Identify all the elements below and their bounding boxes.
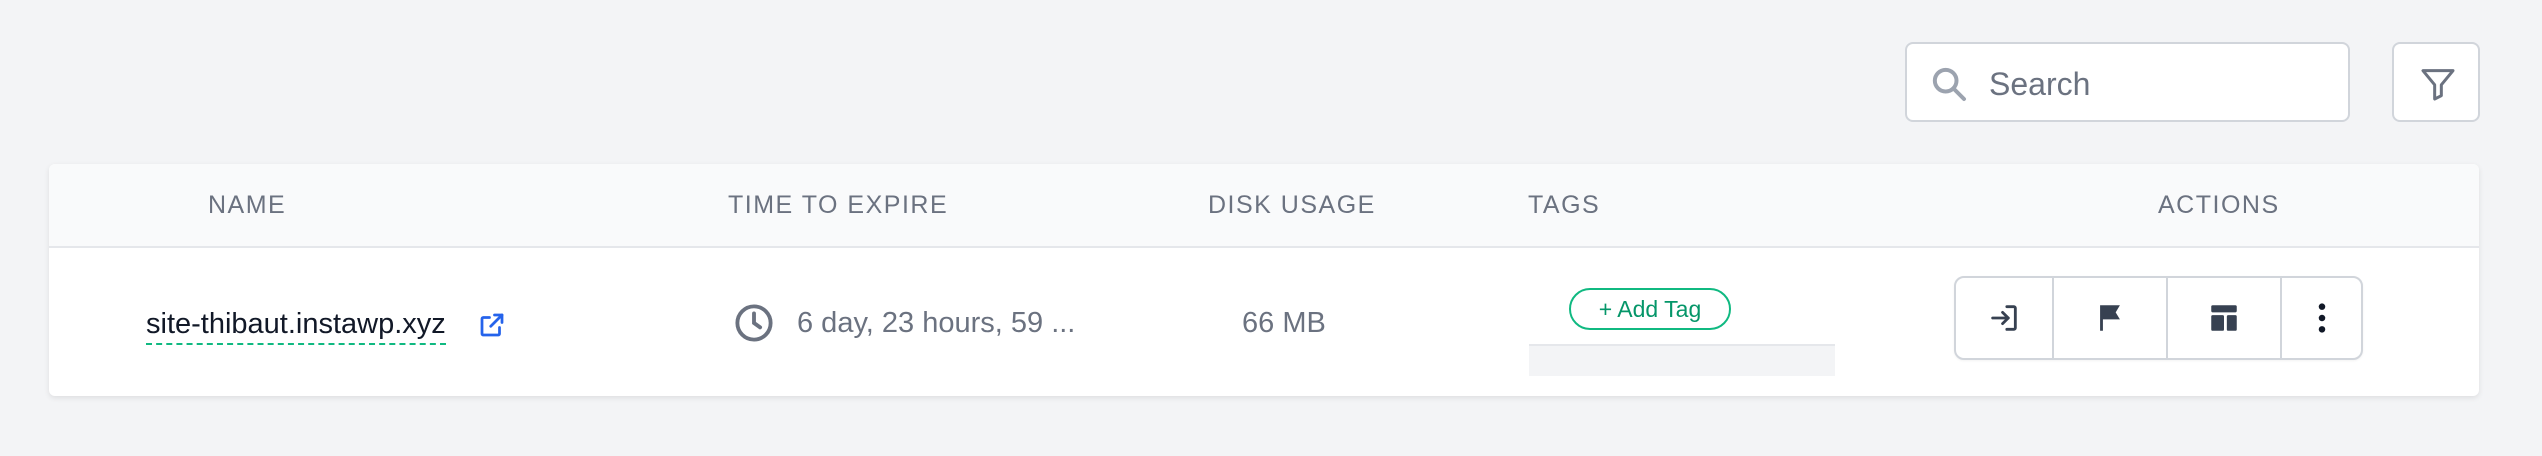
clock-icon bbox=[735, 304, 773, 342]
tags-area bbox=[1529, 344, 1835, 376]
layout-button[interactable] bbox=[2168, 278, 2282, 358]
search-input[interactable] bbox=[1987, 54, 2331, 114]
time-to-expire-value: 6 day, 23 hours, 59 ... bbox=[797, 307, 1076, 339]
filter-button[interactable] bbox=[2392, 42, 2480, 122]
filter-icon bbox=[2421, 69, 2455, 101]
external-link-icon[interactable] bbox=[477, 310, 507, 340]
header-tags: TAGS bbox=[1528, 191, 1601, 219]
header-actions: ACTIONS bbox=[2158, 191, 2280, 219]
site-name-link[interactable]: site-thibaut.instawp.xyz bbox=[146, 308, 446, 345]
disk-usage-value: 66 MB bbox=[1242, 307, 1326, 339]
header-name: NAME bbox=[208, 191, 287, 219]
header-disk-usage: DISK USAGE bbox=[1208, 191, 1376, 219]
add-tag-button[interactable]: + Add Tag bbox=[1569, 288, 1731, 330]
more-vertical-icon bbox=[2318, 303, 2325, 333]
login-button[interactable] bbox=[1956, 278, 2054, 358]
row-actions bbox=[1954, 276, 2363, 360]
layout-icon bbox=[2211, 305, 2237, 331]
search-box[interactable] bbox=[1905, 42, 2350, 122]
login-icon bbox=[1991, 305, 2017, 331]
more-options-button[interactable] bbox=[2282, 278, 2361, 358]
flag-button[interactable] bbox=[2054, 278, 2168, 358]
flag-icon bbox=[2100, 305, 2120, 331]
search-icon bbox=[1932, 67, 1966, 101]
table-row: site-thibaut.instawp.xyz 6 day, 23 hours… bbox=[49, 248, 2479, 396]
sites-table: NAME TIME TO EXPIRE DISK USAGE TAGS ACTI… bbox=[49, 164, 2479, 396]
table-header: NAME TIME TO EXPIRE DISK USAGE TAGS ACTI… bbox=[49, 164, 2479, 248]
header-time-to-expire: TIME TO EXPIRE bbox=[728, 191, 949, 219]
